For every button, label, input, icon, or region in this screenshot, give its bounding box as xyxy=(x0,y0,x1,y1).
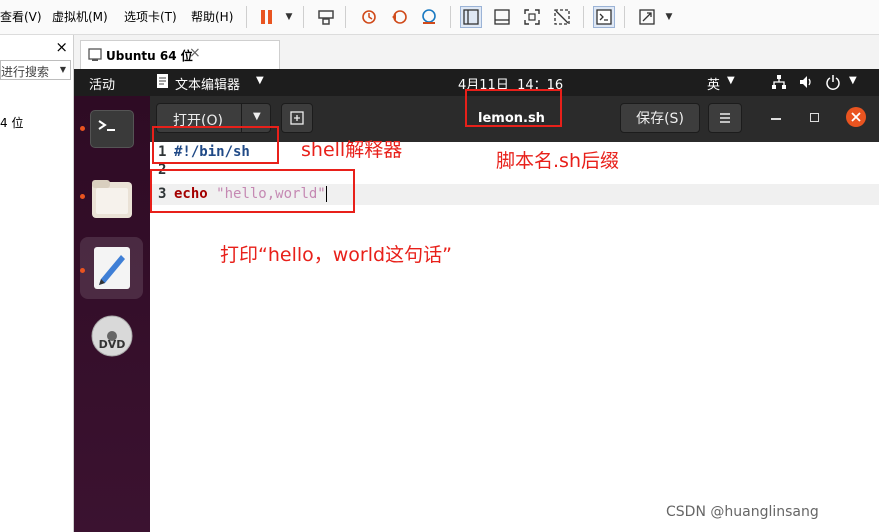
input-method[interactable]: 英 xyxy=(707,74,720,93)
library-vm-item[interactable]: 4 位 xyxy=(0,114,23,131)
app-menu[interactable]: 文本编辑器 xyxy=(175,74,240,93)
revert-snapshot-icon[interactable] xyxy=(388,6,410,28)
chevron-down-icon[interactable]: ▼ xyxy=(253,111,261,122)
sidebar-view-icon[interactable] xyxy=(460,6,482,28)
annotation-box-echo xyxy=(150,169,355,213)
snapshot-icon[interactable] xyxy=(358,6,380,28)
unity-mode-icon[interactable] xyxy=(551,6,573,28)
minimize-icon[interactable] xyxy=(771,118,781,120)
chevron-down-icon[interactable]: ▼ xyxy=(278,6,300,28)
save-button[interactable]: 保存(S) xyxy=(620,103,700,133)
csdn-watermark: CSDN @huanglinsang xyxy=(666,504,819,520)
save-button-label: 保存(S) xyxy=(636,111,684,127)
vmware-menubar: 查看(V) 虚拟机(M) 选项卡(T) 帮助(H) ▼ ▼ xyxy=(0,0,879,35)
menu-tabs[interactable]: 选项卡(T) xyxy=(124,8,177,25)
vm-tab-icon xyxy=(88,48,102,65)
new-document-icon xyxy=(290,111,304,125)
menu-vm[interactable]: 虚拟机(M) xyxy=(52,8,108,25)
toolbar-separator xyxy=(450,6,451,28)
files-icon[interactable] xyxy=(90,176,134,220)
annotation-box-shebang xyxy=(152,126,279,164)
snapshot-manager-icon[interactable] xyxy=(418,6,440,28)
hamburger-menu-button[interactable] xyxy=(708,103,742,133)
maximize-icon[interactable] xyxy=(810,113,819,122)
terminal-console-icon[interactable] xyxy=(593,6,615,28)
volume-icon[interactable] xyxy=(798,74,814,94)
console-view-icon[interactable] xyxy=(491,6,513,28)
running-indicator xyxy=(80,194,85,199)
menu-view[interactable]: 查看(V) xyxy=(0,8,42,25)
new-tab-button[interactable] xyxy=(281,103,313,133)
vm-tab-title: Ubuntu 64 位 xyxy=(106,49,193,63)
fullscreen-icon[interactable] xyxy=(521,6,543,28)
chevron-down-icon[interactable]: ▼ xyxy=(256,75,264,86)
pause-icon[interactable] xyxy=(256,6,278,28)
library-search-box[interactable]: 进行搜索 ▼ xyxy=(0,60,71,80)
ubuntu-dock: DVD xyxy=(74,96,150,532)
close-icon xyxy=(851,112,861,122)
app-menu-icon xyxy=(156,73,170,93)
toolbar-separator xyxy=(583,6,584,28)
svg-text:DVD: DVD xyxy=(99,338,126,351)
stretch-icon[interactable] xyxy=(636,6,658,28)
annotation-box-filename xyxy=(465,89,562,127)
chevron-down-icon[interactable]: ▼ xyxy=(60,65,66,74)
text-editor-icon[interactable] xyxy=(91,245,133,291)
chevron-down-icon[interactable]: ▼ xyxy=(727,75,735,86)
close-icon[interactable]: × xyxy=(55,38,68,56)
library-panel: × 进行搜索 ▼ 4 位 xyxy=(0,35,74,532)
menu-icon xyxy=(720,113,730,123)
chevron-down-icon[interactable]: ▼ xyxy=(658,6,680,28)
toolbar-separator xyxy=(246,6,247,28)
library-search-placeholder: 进行搜索 xyxy=(1,65,50,79)
vm-tab-ubuntu[interactable]: Ubuntu 64 位 × xyxy=(80,40,280,69)
power-icon[interactable] xyxy=(825,74,841,94)
send-keys-icon[interactable] xyxy=(315,6,337,28)
chevron-down-icon[interactable]: ▼ xyxy=(849,75,857,86)
close-window-button[interactable] xyxy=(846,107,866,127)
running-indicator xyxy=(80,268,85,273)
annotation-echo-description: 打印“hello，world这句话” xyxy=(220,244,452,266)
annotation-filename-suffix: 脚本名.sh后缀 xyxy=(496,150,619,172)
annotation-shell-interpreter: shell解释器 xyxy=(301,139,403,161)
activities-button[interactable]: 活动 xyxy=(89,74,115,93)
network-icon[interactable] xyxy=(771,74,787,94)
toolbar-separator xyxy=(624,6,625,28)
terminal-icon[interactable] xyxy=(90,110,134,148)
menu-help[interactable]: 帮助(H) xyxy=(191,8,233,25)
vm-tabbar: Ubuntu 64 位 × xyxy=(74,35,879,69)
dvd-icon[interactable]: DVD xyxy=(90,314,134,358)
toolbar-separator xyxy=(345,6,346,28)
running-indicator xyxy=(80,126,85,131)
close-icon[interactable]: × xyxy=(189,45,201,61)
toolbar-separator xyxy=(303,6,304,28)
